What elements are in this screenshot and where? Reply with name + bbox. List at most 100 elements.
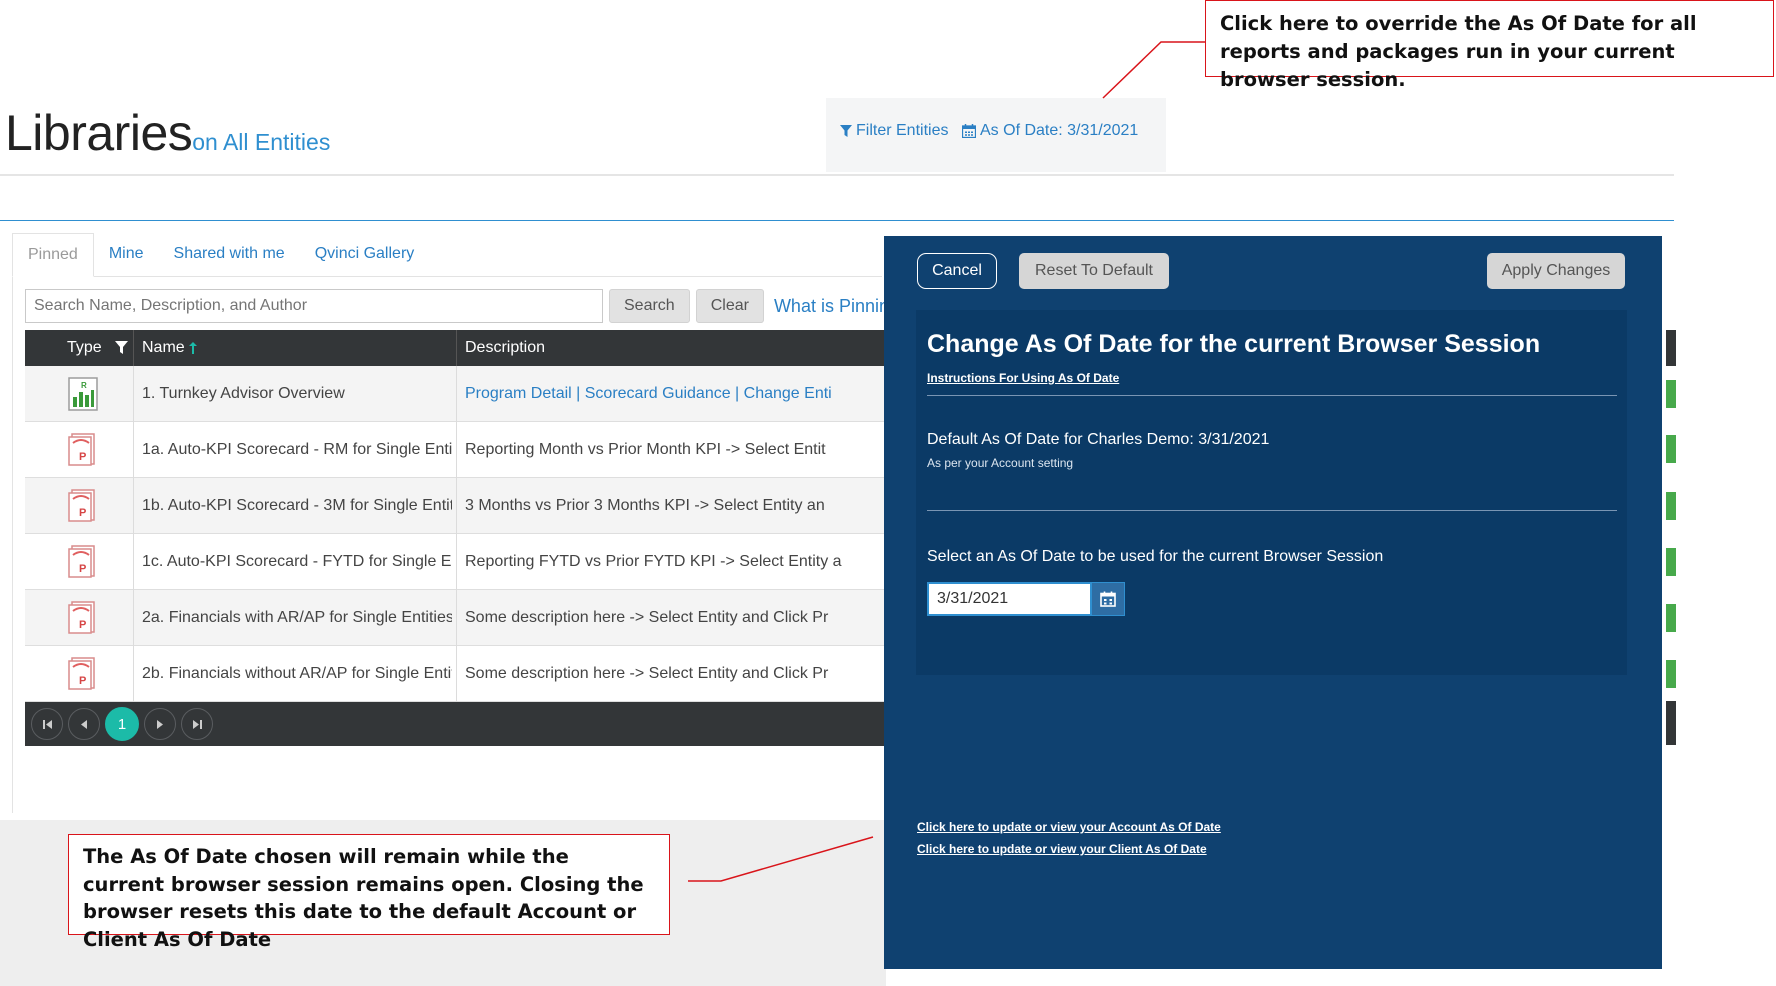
column-type[interactable]: Type bbox=[67, 330, 102, 366]
run-button-edge[interactable] bbox=[1666, 548, 1676, 576]
previous-page-icon bbox=[81, 719, 87, 729]
tab-shared-with-me[interactable]: Shared with me bbox=[159, 233, 300, 277]
column-divider bbox=[456, 366, 457, 422]
column-divider bbox=[133, 646, 134, 702]
package-pdf-icon: P bbox=[68, 545, 95, 578]
calendar-icon bbox=[1100, 591, 1116, 607]
library-tabs: Pinned Mine Shared with me Qvinci Galler… bbox=[12, 233, 429, 277]
page-title-text: Libraries bbox=[5, 105, 193, 161]
as-of-date-label: As Of Date: 3/31/2021 bbox=[980, 122, 1139, 139]
column-divider bbox=[456, 422, 457, 478]
svg-text:P: P bbox=[79, 507, 86, 519]
row-name[interactable]: 2b. Financials without AR/AP for Single … bbox=[142, 646, 452, 702]
callout-session-note: The As Of Date chosen will remain while … bbox=[68, 834, 670, 951]
grid-header: Type Name Description bbox=[25, 330, 885, 366]
first-page-button[interactable] bbox=[31, 708, 63, 740]
column-description[interactable]: Description bbox=[465, 330, 545, 366]
table-row[interactable]: P 1a. Auto-KPI Scorecard - RM for Single … bbox=[25, 422, 885, 478]
table-row[interactable]: P 2a. Financials with AR/AP for Single En… bbox=[25, 590, 885, 646]
reset-to-default-button[interactable]: Reset To Default bbox=[1019, 253, 1169, 289]
instructions-link[interactable]: Instructions For Using As Of Date bbox=[927, 371, 1119, 385]
run-button-edge[interactable] bbox=[1666, 492, 1676, 520]
column-divider bbox=[133, 478, 134, 534]
column-divider bbox=[456, 478, 457, 534]
run-button-edge[interactable] bbox=[1666, 660, 1676, 688]
divider bbox=[927, 510, 1617, 511]
page-right-margin bbox=[1674, 174, 1776, 986]
run-button-edge[interactable] bbox=[1666, 604, 1676, 632]
date-picker-button[interactable] bbox=[1091, 582, 1125, 616]
filter-column-icon[interactable] bbox=[115, 341, 128, 355]
run-button-edge[interactable] bbox=[1666, 435, 1676, 463]
row-description-cell: Reporting Month vs Prior Month KPI -> Se… bbox=[465, 422, 885, 478]
row-description-cell: 3 Months vs Prior 3 Months KPI -> Select… bbox=[465, 478, 885, 534]
last-page-button[interactable] bbox=[181, 708, 213, 740]
search-input[interactable] bbox=[25, 289, 603, 323]
search-row: Search Clear What is Pinning bbox=[25, 289, 899, 323]
row-name[interactable]: 1b. Auto-KPI Scorecard - 3M for Single E… bbox=[142, 478, 452, 534]
row-description: Reporting Month vs Prior Month KPI -> Se… bbox=[465, 441, 826, 458]
account-as-of-link[interactable]: Click here to update or view your Accoun… bbox=[917, 820, 1221, 834]
client-as-of-link[interactable]: Click here to update or view your Client… bbox=[917, 842, 1207, 856]
previous-page-button[interactable] bbox=[68, 708, 100, 740]
column-divider bbox=[456, 590, 457, 646]
svg-text:P: P bbox=[79, 451, 86, 463]
as-of-date-modal: Cancel Reset To Default Apply Changes Ch… bbox=[884, 236, 1662, 969]
column-divider bbox=[456, 534, 457, 590]
table-row[interactable]: P 2b. Financials without AR/AP for Single… bbox=[25, 646, 885, 702]
default-as-of-date: Default As Of Date for Charles Demo: 3/3… bbox=[927, 431, 1270, 448]
select-as-of-label: Select an As Of Date to be used for the … bbox=[927, 548, 1384, 565]
column-divider bbox=[133, 422, 134, 478]
last-page-icon bbox=[192, 719, 202, 729]
column-divider bbox=[133, 534, 134, 590]
filter-entities-label: Filter Entities bbox=[856, 122, 949, 139]
apply-changes-button[interactable]: Apply Changes bbox=[1487, 253, 1625, 289]
tab-pinned[interactable]: Pinned bbox=[12, 233, 94, 277]
row-name[interactable]: 1c. Auto-KPI Scorecard - FYTD for Single… bbox=[142, 534, 452, 590]
package-pdf-icon: P bbox=[68, 601, 95, 634]
row-type-cell: P bbox=[65, 534, 101, 590]
cancel-button[interactable]: Cancel bbox=[917, 253, 997, 289]
row-name[interactable]: 1a. Auto-KPI Scorecard - RM for Single E… bbox=[142, 422, 452, 478]
divider bbox=[927, 395, 1617, 396]
row-description-cell: Reporting FYTD vs Prior FYTD KPI -> Sele… bbox=[465, 534, 885, 590]
next-page-button[interactable] bbox=[144, 708, 176, 740]
table-row[interactable]: R 1. Turnkey Advisor Overview Program Deta… bbox=[25, 366, 885, 422]
row-description-cell: Some description here -> Select Entity a… bbox=[465, 590, 885, 646]
filter-entities-link[interactable]: Filter Entities bbox=[840, 122, 948, 140]
as-of-date-input[interactable] bbox=[927, 582, 1092, 616]
table-row[interactable]: P 1b. Auto-KPI Scorecard - 3M for Single … bbox=[25, 478, 885, 534]
row-name[interactable]: 2a. Financials with AR/AP for Single Ent… bbox=[142, 590, 452, 646]
description-links[interactable]: Program Detail | Scorecard Guidance | Ch… bbox=[465, 385, 832, 403]
default-as-of-note: As per your Account setting bbox=[927, 456, 1074, 470]
tab-qvinci-gallery[interactable]: Qvinci Gallery bbox=[300, 233, 430, 277]
tab-mine[interactable]: Mine bbox=[94, 233, 159, 277]
grid-body: R 1. Turnkey Advisor Overview Program Deta… bbox=[25, 366, 885, 702]
first-page-icon bbox=[42, 719, 52, 729]
pager-overflow bbox=[1666, 701, 1676, 745]
header-tools: Filter Entities As Of Date: 3/31/2021 bbox=[826, 98, 1166, 172]
column-name[interactable]: Name bbox=[142, 330, 185, 366]
page-subtitle[interactable]: on All Entities bbox=[192, 129, 330, 155]
row-type-cell: P bbox=[65, 590, 101, 646]
column-divider bbox=[456, 330, 457, 366]
table-row[interactable]: P 1c. Auto-KPI Scorecard - FYTD for Singl… bbox=[25, 534, 885, 590]
report-chart-icon: R bbox=[68, 377, 98, 411]
what-is-pinning-link[interactable]: What is Pinning bbox=[774, 296, 899, 317]
row-name[interactable]: 1. Turnkey Advisor Overview bbox=[142, 366, 452, 422]
row-type-cell: R bbox=[65, 366, 101, 422]
svg-text:R: R bbox=[81, 381, 87, 390]
row-type-cell: P bbox=[65, 478, 101, 534]
current-page-button[interactable]: 1 bbox=[105, 707, 139, 741]
grid-header-overflow bbox=[1666, 330, 1676, 366]
search-button[interactable]: Search bbox=[609, 289, 690, 323]
run-button-edge[interactable] bbox=[1666, 380, 1676, 408]
grid-pager: 1 bbox=[25, 702, 885, 746]
package-pdf-icon: P bbox=[68, 433, 95, 466]
column-divider bbox=[133, 330, 134, 366]
modal-title: Change As Of Date for the current Browse… bbox=[927, 330, 1541, 358]
package-pdf-icon: P bbox=[68, 489, 95, 522]
clear-button[interactable]: Clear bbox=[695, 289, 764, 323]
column-divider bbox=[133, 590, 134, 646]
as-of-date-link[interactable]: As Of Date: 3/31/2021 bbox=[962, 122, 1138, 140]
